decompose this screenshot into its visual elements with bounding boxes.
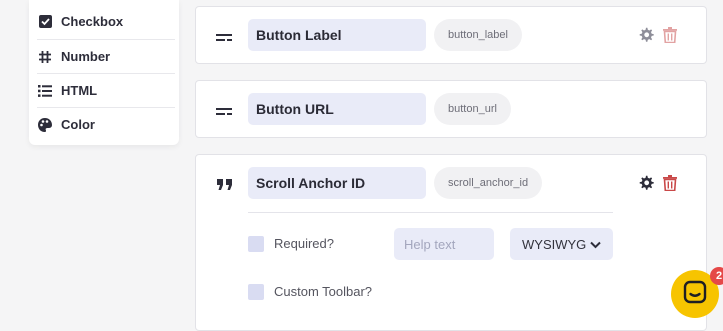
gear-icon[interactable] <box>638 27 654 43</box>
editor-type-select[interactable]: WYSIWYG <box>510 228 613 260</box>
field-key-pill[interactable]: button_url <box>434 93 511 125</box>
palette-item-label: Color <box>61 117 95 132</box>
field-row[interactable]: Button URL button_url <box>195 80 707 138</box>
trash-icon[interactable] <box>663 175 677 192</box>
palette-item-label: Checkbox <box>61 14 124 29</box>
field-name-input[interactable]: Button Label <box>248 19 426 51</box>
palette-item-number[interactable]: Number <box>37 39 175 73</box>
text-handle-icon[interactable] <box>216 30 232 41</box>
text-handle-icon[interactable] <box>216 104 232 115</box>
palette-item-label: Number <box>61 49 111 64</box>
custom-toolbar-label: Custom Toolbar? <box>274 284 373 299</box>
list-icon <box>37 83 53 99</box>
palette-item-color[interactable]: Color <box>37 107 175 141</box>
editor-type-value: WYSIWYG <box>522 236 587 252</box>
palette-item-checkbox[interactable]: Checkbox <box>37 5 175 38</box>
quote-icon[interactable] <box>217 178 233 190</box>
field-row[interactable]: Button Label button_label <box>195 6 707 64</box>
palette-icon <box>37 117 53 133</box>
field-key-pill[interactable]: scroll_anchor_id <box>434 167 543 199</box>
field-row-expanded[interactable]: Scroll Anchor ID scroll_anchor_id Requir… <box>195 154 707 331</box>
chevron-down-icon <box>590 237 601 252</box>
gear-icon[interactable] <box>638 175 654 191</box>
help-text-input[interactable]: Help text <box>394 228 494 260</box>
required-checkbox[interactable] <box>248 236 264 252</box>
hash-icon <box>37 49 53 65</box>
field-name-input[interactable]: Scroll Anchor ID <box>248 167 426 199</box>
custom-toolbar-checkbox[interactable] <box>248 284 264 300</box>
notification-badge: 2 <box>710 267 723 285</box>
field-name-input[interactable]: Button URL <box>248 93 426 125</box>
field-key-pill[interactable]: button_label <box>434 19 522 51</box>
chat-icon <box>683 280 707 309</box>
palette-item-label: HTML <box>61 83 98 98</box>
field-type-palette: Checkbox Number HTML Color <box>29 0 179 145</box>
required-label: Required? <box>274 236 334 251</box>
divider <box>248 212 613 213</box>
trash-icon[interactable] <box>663 27 677 44</box>
checkbox-icon <box>37 14 53 30</box>
palette-item-html[interactable]: HTML <box>37 73 175 107</box>
